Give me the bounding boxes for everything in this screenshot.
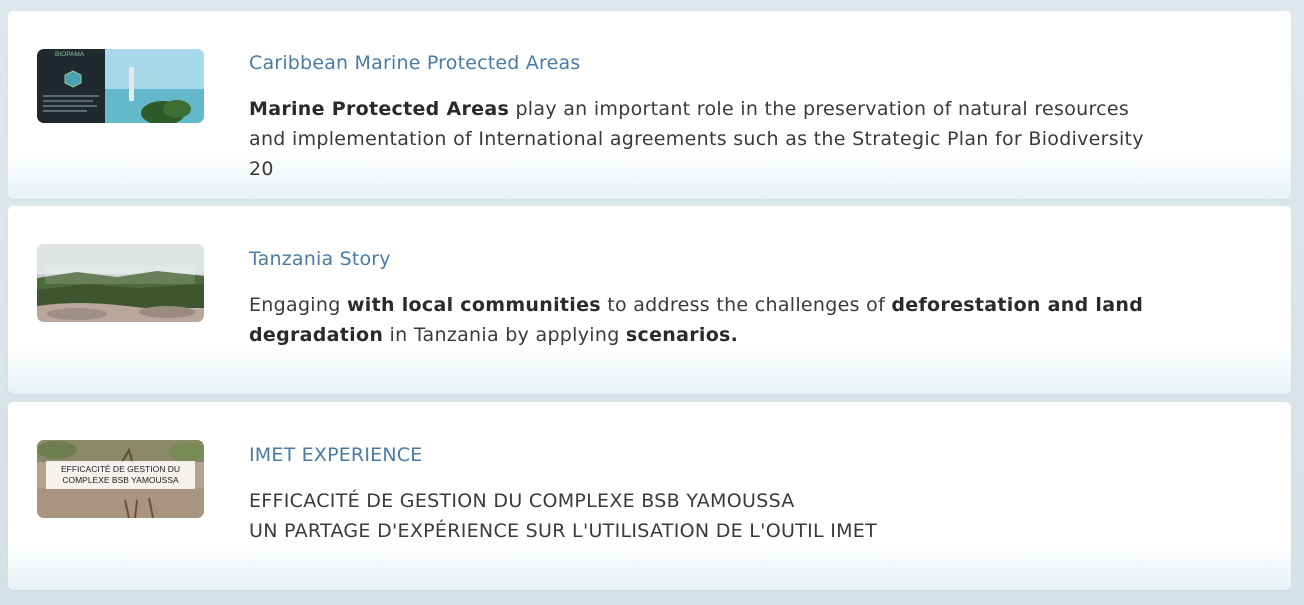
- story-title[interactable]: Tanzania Story: [249, 248, 391, 270]
- desc-line: UN PARTAGE D'EXPÉRIENCE SUR L'UTILISATIO…: [249, 520, 878, 542]
- thumbnail-caption-line1: EFFICACITÉ DE GESTION DU: [61, 464, 180, 474]
- biopama-logo-text: BIOPAMA: [55, 51, 85, 58]
- desc-bold: with local communities: [346, 294, 601, 316]
- story-description: Engaging with local communities to addre…: [249, 290, 1149, 350]
- desc-text: Engaging: [249, 294, 347, 316]
- desc-line: EFFICACITÉ DE GESTION DU COMPLEXE BSB YA…: [249, 490, 795, 512]
- desc-text: to address the challenges of: [600, 294, 892, 316]
- tanzania-thumbnail-image: [37, 244, 204, 322]
- desc-bold: Marine Protected Areas: [249, 98, 510, 120]
- story-description: Marine Protected Areas play an important…: [249, 94, 1149, 184]
- tanzania-thumbnail[interactable]: [37, 244, 204, 322]
- caribbean-thumbnail[interactable]: BIOPAMA: [37, 49, 204, 123]
- story-title[interactable]: Caribbean Marine Protected Areas: [249, 52, 580, 74]
- story-card-caribbean[interactable]: BIOPAMA Caribbean Marine Protected Areas…: [8, 11, 1291, 199]
- thumbnail-caption-line2: COMPLEXE BSB YAMOUSSA: [62, 475, 179, 485]
- caribbean-thumbnail-image: BIOPAMA: [37, 49, 204, 123]
- desc-text: in Tanzania by applying: [383, 324, 626, 346]
- story-description: EFFICACITÉ DE GESTION DU COMPLEXE BSB YA…: [249, 486, 1149, 546]
- story-card-tanzania[interactable]: Tanzania Story Engaging with local commu…: [8, 206, 1291, 394]
- story-title[interactable]: IMET EXPERIENCE: [249, 444, 422, 466]
- desc-bold: scenarios.: [625, 324, 739, 346]
- imet-thumbnail-image: EFFICACITÉ DE GESTION DU COMPLEXE BSB YA…: [37, 440, 204, 518]
- story-card-imet[interactable]: EFFICACITÉ DE GESTION DU COMPLEXE BSB YA…: [8, 402, 1291, 590]
- imet-thumbnail[interactable]: EFFICACITÉ DE GESTION DU COMPLEXE BSB YA…: [37, 440, 204, 518]
